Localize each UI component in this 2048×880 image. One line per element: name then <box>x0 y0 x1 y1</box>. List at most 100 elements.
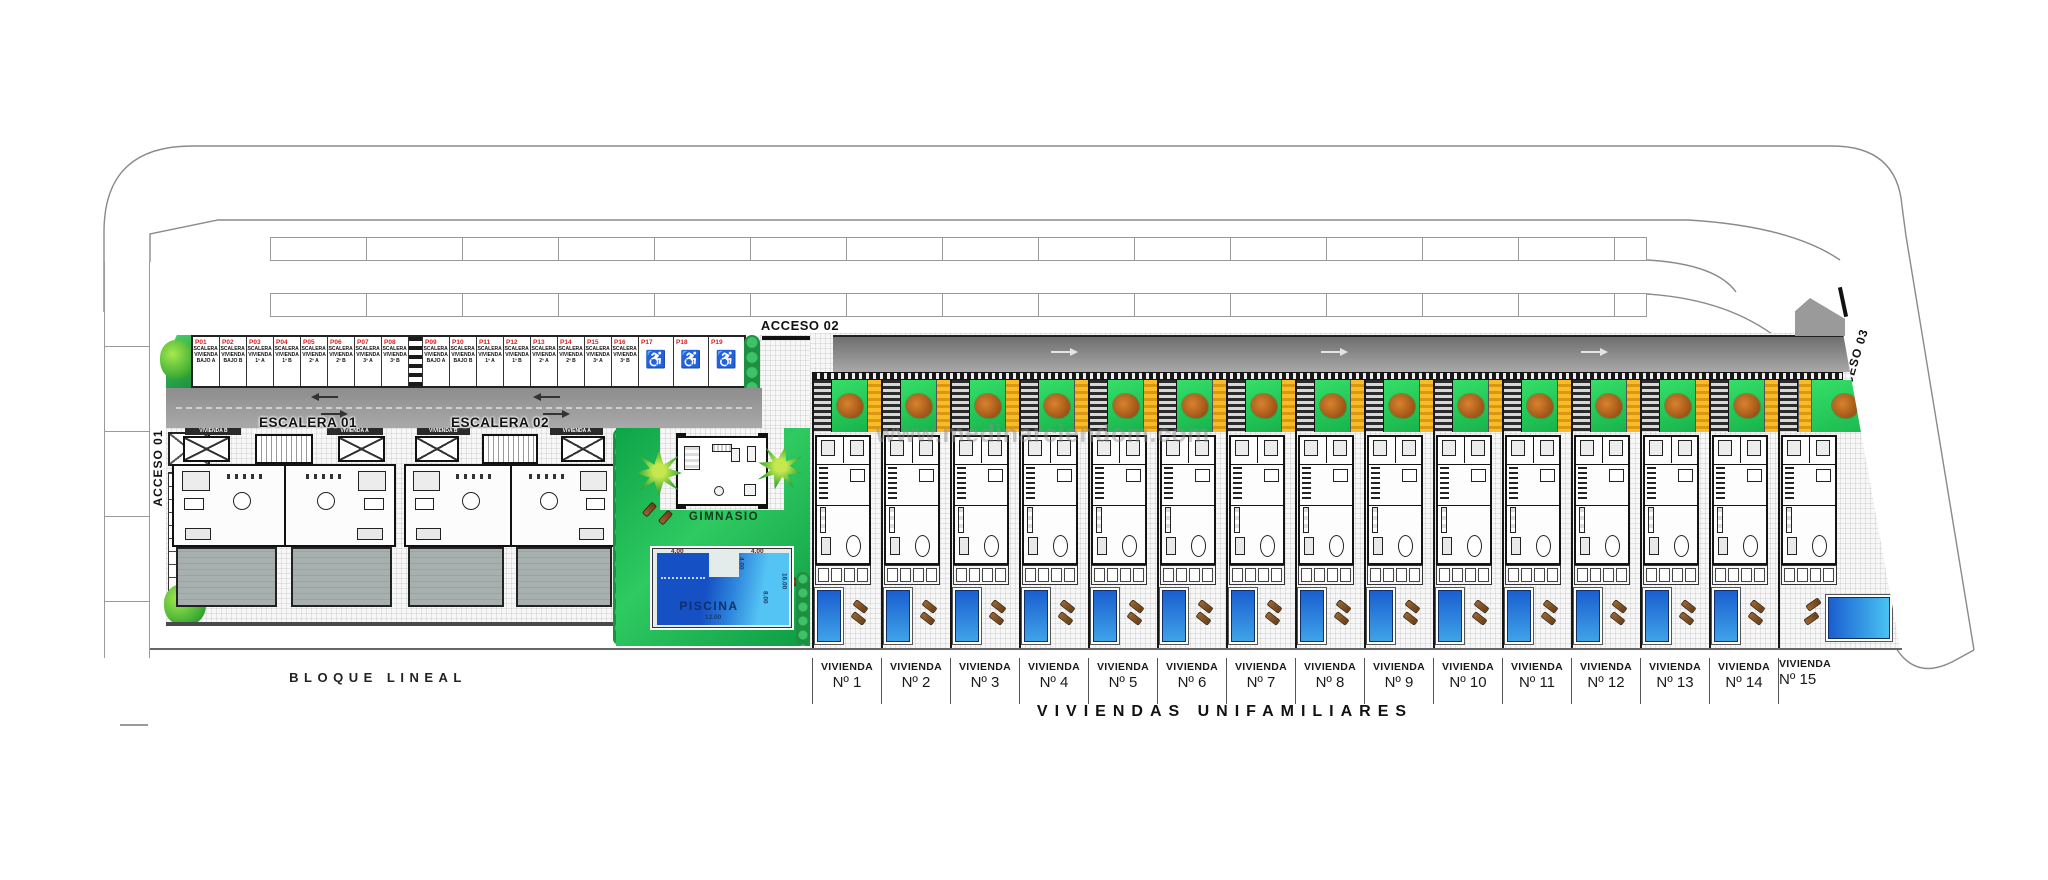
front-strip <box>814 380 881 432</box>
dim-label: 4.00 <box>751 549 764 556</box>
terrace <box>291 547 392 607</box>
decor <box>1659 568 1670 582</box>
vivienda-unit-1 <box>812 380 881 648</box>
parking-stall-P15: P15 ESCALERA 2 VIVIENDA 3º A <box>585 337 612 386</box>
house-floorplan <box>1022 435 1078 565</box>
apartment-unit <box>406 466 510 545</box>
stall-floor: 2º B <box>336 359 346 365</box>
front-garden <box>1522 380 1557 432</box>
lift-shaft <box>338 436 385 462</box>
backyard <box>1435 585 1502 648</box>
arrow-left-icon <box>316 396 338 398</box>
lift-shaft <box>183 436 230 462</box>
decor <box>1133 568 1144 582</box>
dim-label: 4.00 <box>671 549 684 556</box>
decor <box>1232 568 1243 582</box>
decor <box>1301 568 1312 582</box>
front-strip <box>1297 380 1364 432</box>
bed-icon <box>1442 440 1456 456</box>
pergola <box>1695 380 1709 432</box>
stall-floor: 3º B <box>620 359 630 365</box>
tree-icon <box>975 394 1001 418</box>
dining-table-icon <box>1674 535 1689 557</box>
dining-table-icon <box>540 492 558 510</box>
apartment-unit <box>284 466 394 545</box>
crosswalk <box>409 337 423 386</box>
parcel-boundary-wall <box>166 622 618 626</box>
backyard <box>1228 585 1295 648</box>
bed-icon <box>1678 440 1692 456</box>
driveway <box>1642 380 1660 432</box>
stall-id: P19 <box>711 339 723 347</box>
tree-icon <box>1458 394 1484 418</box>
pool <box>1576 590 1600 642</box>
front-garden <box>1660 380 1695 432</box>
unit-label-12: VIVIENDA Nº 12 <box>1571 658 1640 704</box>
bed-icon <box>1333 440 1347 456</box>
porch <box>1091 565 1147 585</box>
front-garden <box>1453 380 1488 432</box>
arrow-right-icon <box>1051 351 1073 353</box>
tree-icon <box>1044 394 1070 418</box>
vivienda-word: VIVIENDA <box>1572 661 1640 673</box>
stall-floor: 3º A <box>363 359 372 365</box>
bath-icon <box>415 498 434 510</box>
bed-icon <box>1235 440 1249 456</box>
decor <box>1439 568 1450 582</box>
wheelchair-icon: ♿ <box>680 347 701 373</box>
decor <box>1396 568 1407 582</box>
kitchen-counter <box>227 474 267 479</box>
dim-label: 12.00 <box>705 615 721 622</box>
outer-curb <box>104 146 1906 312</box>
wheelchair-icon: ♿ <box>645 347 666 373</box>
front-garden <box>832 380 867 432</box>
decor <box>926 568 937 582</box>
terrace <box>408 547 503 607</box>
dining-table-icon <box>462 492 480 510</box>
sidewalk-strip-top <box>270 237 1647 261</box>
backyard <box>1780 585 1900 648</box>
stall-floor: 1º A <box>485 359 494 365</box>
stair-icon <box>1233 467 1242 501</box>
unit-number: Nº 9 <box>1365 674 1433 691</box>
unit-number: Nº 5 <box>1089 674 1157 691</box>
parking-stall-P02: P02 ESCALERA 1 VIVIENDA BAJO B <box>220 337 247 386</box>
gym-equipment <box>731 448 740 462</box>
front-garden <box>1384 380 1419 432</box>
dining-table-icon <box>1536 535 1551 557</box>
unit-label-5: VIVIENDA Nº 5 <box>1088 658 1157 704</box>
decor <box>1577 568 1588 582</box>
stair-core <box>255 434 313 464</box>
kitchen-counter <box>1027 507 1033 533</box>
sofa-icon <box>890 537 900 555</box>
decor <box>1452 568 1463 582</box>
decor <box>1672 568 1683 582</box>
decor <box>956 568 967 582</box>
unit-label-9: VIVIENDA Nº 9 <box>1364 658 1433 704</box>
house-floorplan <box>1436 435 1492 565</box>
stall-floor: BAJO B <box>454 359 473 365</box>
stall-floor: 1º B <box>512 359 522 365</box>
bed-icon <box>182 471 211 491</box>
vivienda-unit-9 <box>1364 380 1433 648</box>
porch <box>1574 565 1630 585</box>
house-floorplan <box>815 435 871 565</box>
pergola <box>1281 380 1295 432</box>
vivienda-unit-12 <box>1571 380 1640 648</box>
porch <box>815 565 871 585</box>
bed-icon <box>1580 440 1594 456</box>
parking-stall-P13: P13 ESCALERA 2 VIVIENDA 2º A <box>531 337 558 386</box>
kitchen-counter <box>958 507 964 533</box>
front-garden <box>1591 380 1626 432</box>
pool <box>1162 590 1186 642</box>
wall-tab <box>758 504 768 509</box>
watermark: www.medinarciendom.com <box>876 420 1210 449</box>
house-floorplan <box>1229 435 1285 565</box>
kitchen-counter <box>456 474 493 479</box>
stall-floor: BAJO A <box>427 359 446 365</box>
house-floorplan <box>1298 435 1354 565</box>
wall-tab <box>676 433 686 438</box>
stair-icon <box>1578 467 1587 501</box>
porch <box>1712 565 1768 585</box>
sofa-icon <box>959 537 969 555</box>
